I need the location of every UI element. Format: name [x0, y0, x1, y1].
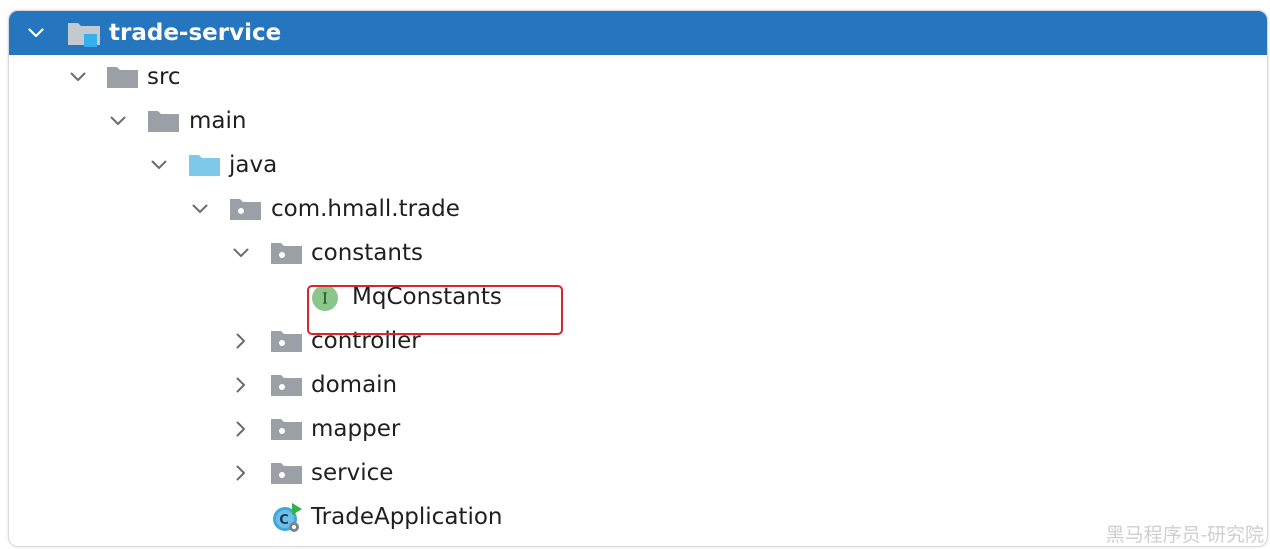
tree-node-com-hmall-trade[interactable]: com.hmall.trade: [9, 187, 1267, 231]
tree-node-java[interactable]: java: [9, 143, 1267, 187]
tree-node-label: service: [311, 460, 394, 486]
chevron-down-icon[interactable]: [148, 154, 170, 176]
tree-node-label: constants: [311, 240, 423, 266]
watermark: 黑马程序员-研究院: [1105, 524, 1264, 546]
module-folder-icon: [67, 21, 103, 53]
spring-boot-class-icon: C: [270, 502, 304, 538]
project-tree-panel: trade-service src main java com.hmall.tr…: [8, 10, 1268, 547]
tree-node-controller[interactable]: controller: [9, 319, 1267, 363]
tree-node-label: src: [147, 64, 181, 90]
chevron-right-icon[interactable]: [230, 330, 252, 352]
tree-node-tradeapplication[interactable]: C TradeApplication: [9, 495, 1267, 539]
folder-icon: [147, 109, 181, 139]
tree-node-label: mapper: [311, 416, 401, 442]
tree-node-mapper[interactable]: mapper: [9, 407, 1267, 451]
package-icon: [229, 197, 263, 227]
chevron-down-icon[interactable]: [25, 22, 47, 44]
tree-node-label: domain: [311, 372, 398, 398]
chevron-right-icon[interactable]: [230, 418, 252, 440]
chevron-right-icon[interactable]: [230, 462, 252, 484]
tree-node-mqconstants[interactable]: I MqConstants: [9, 275, 1267, 319]
tree-node-label: main: [189, 108, 247, 134]
package-icon: [270, 329, 304, 359]
tree-node-main[interactable]: main: [9, 99, 1267, 143]
source-root-folder-icon: [188, 153, 222, 183]
chevron-down-icon[interactable]: [107, 110, 129, 132]
highlight-box: [307, 285, 563, 335]
tree-node-trade-service[interactable]: trade-service: [9, 11, 1267, 55]
tree-node-src[interactable]: src: [9, 55, 1267, 99]
tree-node-label: com.hmall.trade: [271, 196, 460, 222]
chevron-down-icon[interactable]: [67, 66, 89, 88]
chevron-down-icon[interactable]: [230, 242, 252, 264]
folder-icon: [106, 65, 140, 95]
svg-text:C: C: [279, 513, 289, 528]
package-icon: [270, 241, 304, 271]
tree-node-label: TradeApplication: [311, 504, 503, 530]
tree-node-constants[interactable]: constants: [9, 231, 1267, 275]
package-icon: [270, 373, 304, 403]
package-icon: [270, 417, 304, 447]
tree-node-label: java: [229, 152, 278, 178]
tree-node-service[interactable]: service: [9, 451, 1267, 495]
chevron-right-icon[interactable]: [230, 374, 252, 396]
tree-node-domain[interactable]: domain: [9, 363, 1267, 407]
package-icon: [270, 461, 304, 491]
tree-node-label: trade-service: [109, 20, 282, 46]
chevron-down-icon[interactable]: [189, 198, 211, 220]
